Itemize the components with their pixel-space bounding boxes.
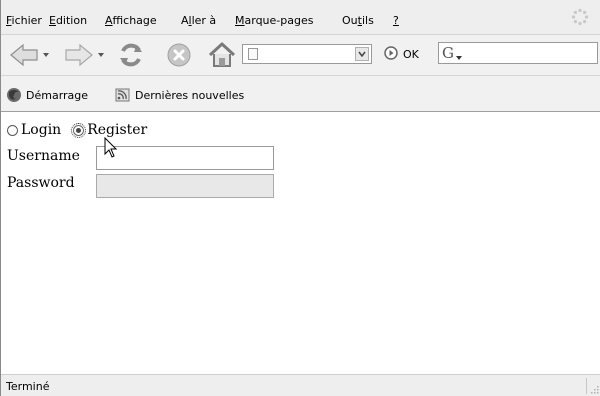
go-icon[interactable] xyxy=(384,46,398,60)
bookmark-demarrage[interactable]: Démarrage xyxy=(6,87,88,103)
resize-grip-icon[interactable] xyxy=(589,384,599,394)
bookmarks-toolbar: Démarrage Dernières nouvelles xyxy=(1,76,600,112)
search-box[interactable]: G xyxy=(438,42,598,64)
menu-aide[interactable]: ? xyxy=(393,14,399,27)
menu-bar: Fichier Edition Affichage Aller à Marque… xyxy=(1,0,600,35)
username-label: Username xyxy=(7,148,80,164)
browser-window: Fichier Edition Affichage Aller à Marque… xyxy=(0,0,600,396)
forward-arrow-icon xyxy=(65,43,93,67)
go-button-label[interactable]: OK xyxy=(403,48,419,61)
page-icon xyxy=(248,48,258,60)
page-content: Login Register Username Password xyxy=(1,112,600,374)
menu-edition[interactable]: Edition xyxy=(49,14,87,27)
menu-affichage[interactable]: Affichage xyxy=(105,14,157,27)
password-label: Password xyxy=(7,175,75,191)
search-engine-dropdown-icon[interactable] xyxy=(456,56,462,60)
url-input[interactable] xyxy=(265,46,343,62)
firefox-logo-icon xyxy=(7,88,21,102)
menu-marque-pages[interactable]: Marque-pages xyxy=(235,14,313,27)
reload-icon xyxy=(120,43,142,67)
stop-icon xyxy=(167,43,191,67)
back-history-dropdown-icon[interactable] xyxy=(43,53,49,57)
reload-button[interactable] xyxy=(115,41,147,69)
bookmark-dernieres-nouvelles[interactable]: Dernières nouvelles xyxy=(115,87,244,103)
username-field[interactable] xyxy=(96,146,274,170)
register-radio[interactable] xyxy=(71,122,87,138)
forward-button[interactable] xyxy=(63,41,95,69)
chevron-down-icon xyxy=(358,51,366,57)
login-register-choice: Login Register xyxy=(7,122,147,138)
back-button[interactable] xyxy=(8,41,40,69)
navigation-toolbar: OK G xyxy=(1,35,600,76)
login-radio[interactable] xyxy=(7,124,18,136)
search-engine-icon[interactable]: G xyxy=(442,44,454,62)
register-radio-label[interactable]: Register xyxy=(87,122,147,138)
stop-button[interactable] xyxy=(164,41,194,69)
status-text: Terminé xyxy=(6,380,50,393)
mouse-pointer-icon xyxy=(104,137,118,158)
home-icon xyxy=(208,42,236,67)
url-history-dropdown-button[interactable] xyxy=(355,47,369,61)
back-arrow-icon xyxy=(10,43,38,67)
throbber-icon xyxy=(571,8,589,26)
rss-feed-icon xyxy=(115,88,130,102)
menu-aller-a[interactable]: Aller à xyxy=(181,14,216,27)
menu-fichier[interactable]: Fichier xyxy=(6,14,42,27)
menu-outils[interactable]: Outils xyxy=(342,14,374,27)
url-bar xyxy=(242,44,372,64)
status-bar: Terminé xyxy=(1,374,600,396)
status-divider xyxy=(586,378,587,394)
password-field[interactable] xyxy=(96,174,274,198)
forward-history-dropdown-icon[interactable] xyxy=(98,53,104,57)
home-button[interactable] xyxy=(206,41,238,69)
login-radio-label[interactable]: Login xyxy=(21,122,61,138)
